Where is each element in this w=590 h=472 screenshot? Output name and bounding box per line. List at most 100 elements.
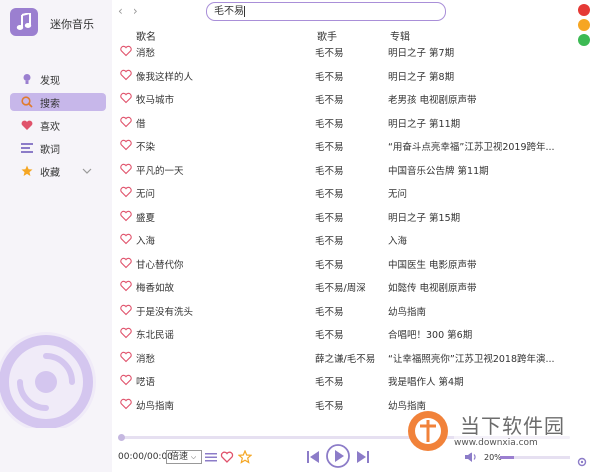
heart-icon[interactable] — [120, 233, 132, 245]
song-album: 我是唱作人 第4期 — [388, 377, 464, 388]
nav-item-search[interactable]: 搜索 — [10, 93, 106, 111]
progress-handle[interactable] — [118, 434, 125, 441]
song-title: 呓语 — [136, 377, 156, 388]
song-album: 入海 — [388, 236, 408, 247]
song-artist: 毛不易 — [315, 330, 344, 341]
song-row[interactable]: 不染 毛不易 “用奋斗点亮幸福”江苏卫视2019跨年... — [118, 134, 570, 158]
sidebar: 迷你音乐 发现 搜索 喜欢 歌词 收藏 — [0, 0, 112, 472]
forward-arrow-icon[interactable]: › — [133, 4, 148, 18]
song-album: “让幸福照亮你”江苏卫视2018跨年演... — [388, 353, 555, 365]
nav-label: 发现 — [40, 75, 60, 87]
heart-icon[interactable] — [120, 210, 132, 222]
play-button[interactable] — [326, 444, 350, 468]
nav-menu: 发现 搜索 喜欢 歌词 收藏 — [10, 70, 106, 185]
song-title: 借 — [136, 118, 146, 130]
song-album: 老男孩 电视剧原声带 — [388, 95, 477, 106]
song-artist: 毛不易 — [315, 306, 344, 318]
song-artist: 毛不易 — [315, 212, 344, 224]
heart-icon[interactable] — [120, 116, 132, 128]
heart-icon[interactable] — [120, 351, 132, 363]
song-row[interactable]: 于是没有洗头 毛不易 幼鸟指南 — [118, 299, 570, 323]
album-disc-icon[interactable] — [0, 320, 108, 428]
heart-icon[interactable] — [120, 304, 132, 316]
song-row[interactable]: 东北民谣 毛不易 合唱吧！300 第6期 — [118, 322, 570, 346]
heart-icon[interactable] — [120, 163, 132, 175]
nav-item-discover[interactable]: 发现 — [10, 70, 106, 88]
chevron-down-icon: ⌵ — [190, 453, 197, 461]
back-arrow-icon[interactable]: ‹ — [118, 4, 133, 18]
maximize-button[interactable] — [578, 34, 590, 46]
heart-icon[interactable] — [120, 45, 132, 57]
song-list: 消愁 毛不易 明日之子 第7期 像我这样的人 毛不易 明日之子 第8期 牧马城市 毛不易 老男孩… — [118, 40, 570, 416]
text-cursor — [244, 5, 245, 17]
chevron-down-icon[interactable] — [82, 166, 92, 177]
song-title: 平凡的一天 — [136, 165, 184, 177]
lyrics-icon — [20, 141, 34, 155]
song-album: 明日之子 第7期 — [388, 48, 455, 59]
close-button[interactable] — [578, 4, 590, 16]
heart-icon[interactable] — [120, 327, 132, 339]
minimize-button[interactable] — [578, 19, 590, 31]
previous-track-icon[interactable] — [306, 449, 320, 465]
song-row[interactable]: 消愁 薛之谦/毛不易 “让幸福照亮你”江苏卫视2018跨年演... — [118, 346, 570, 370]
song-title: 牧马城市 — [136, 95, 175, 106]
heart-icon[interactable] — [120, 92, 132, 104]
heart-icon[interactable] — [120, 257, 132, 269]
collect-star-icon[interactable] — [238, 450, 252, 464]
heart-icon[interactable] — [120, 69, 132, 81]
watermark-name: 当下软件园 — [460, 414, 565, 438]
search-input[interactable]: 毛不易 — [206, 2, 446, 21]
playlist-icon[interactable] — [204, 450, 218, 464]
song-row[interactable]: 借 毛不易 明日之子 第11期 — [118, 111, 570, 135]
search-value: 毛不易 — [214, 6, 244, 17]
heart-icon[interactable] — [120, 374, 132, 386]
song-row[interactable]: 呓语 毛不易 我是唱作人 第4期 — [118, 369, 570, 393]
settings-gear-icon[interactable] — [576, 456, 588, 468]
song-artist: 毛不易 — [315, 71, 344, 83]
song-title: 无问 — [136, 189, 156, 200]
song-album: 中国医生 电影原声带 — [388, 259, 477, 271]
song-row[interactable]: 甘心替代你 毛不易 中国医生 电影原声带 — [118, 252, 570, 276]
heart-icon[interactable] — [120, 398, 132, 410]
song-album: “用奋斗点亮幸福”江苏卫视2019跨年... — [388, 142, 555, 153]
song-album: 明日之子 第8期 — [388, 71, 455, 83]
nav-item-collection[interactable]: 收藏 — [10, 162, 106, 180]
song-artist: 毛不易 — [315, 400, 344, 412]
nav-item-lyrics[interactable]: 歌词 — [10, 139, 106, 157]
song-title: 甘心替代你 — [136, 259, 184, 271]
song-row[interactable]: 牧马城市 毛不易 老男孩 电视剧原声带 — [118, 87, 570, 111]
song-artist: 毛不易 — [315, 259, 344, 271]
song-row[interactable]: 平凡的一天 毛不易 中国音乐公告牌 第11期 — [118, 158, 570, 182]
song-artist: 毛不易 — [315, 377, 344, 388]
song-title: 入海 — [136, 236, 156, 247]
next-track-icon[interactable] — [356, 449, 370, 465]
heart-icon[interactable] — [120, 139, 132, 151]
heart-icon[interactable] — [120, 186, 132, 198]
song-row[interactable]: 消愁 毛不易 明日之子 第7期 — [118, 40, 570, 64]
song-title: 消愁 — [136, 48, 156, 59]
like-icon[interactable] — [220, 450, 234, 464]
song-row[interactable]: 像我这样的人 毛不易 明日之子 第8期 — [118, 64, 570, 88]
song-row[interactable]: 无问 毛不易 无问 — [118, 181, 570, 205]
nav-label: 搜索 — [40, 98, 60, 110]
song-artist: 毛不易 — [315, 95, 344, 106]
app-logo — [10, 8, 38, 36]
app-title: 迷你音乐 — [50, 18, 94, 31]
nav-item-favorites[interactable]: 喜欢 — [10, 116, 106, 134]
song-artist: 毛不易 — [315, 48, 344, 59]
speed-select[interactable]: 倍速 ⌵ — [166, 450, 202, 464]
song-title: 梅香如故 — [136, 283, 175, 294]
song-title: 盛夏 — [136, 212, 156, 224]
song-album: 如懿传 电视剧原声带 — [388, 283, 477, 294]
music-note-icon — [16, 13, 32, 30]
song-row[interactable]: 入海 毛不易 入海 — [118, 228, 570, 252]
star-icon — [20, 164, 34, 178]
time-display: 00:00/00:00 — [118, 452, 173, 462]
song-row[interactable]: 梅香如故 毛不易/周深 如懿传 电视剧原声带 — [118, 275, 570, 299]
heart-icon[interactable] — [120, 280, 132, 292]
search-icon — [20, 95, 34, 109]
song-artist: 毛不易 — [315, 118, 344, 130]
song-album: 幼鸟指南 — [388, 306, 427, 318]
song-row[interactable]: 盛夏 毛不易 明日之子 第15期 — [118, 205, 570, 229]
song-title: 像我这样的人 — [136, 71, 194, 83]
